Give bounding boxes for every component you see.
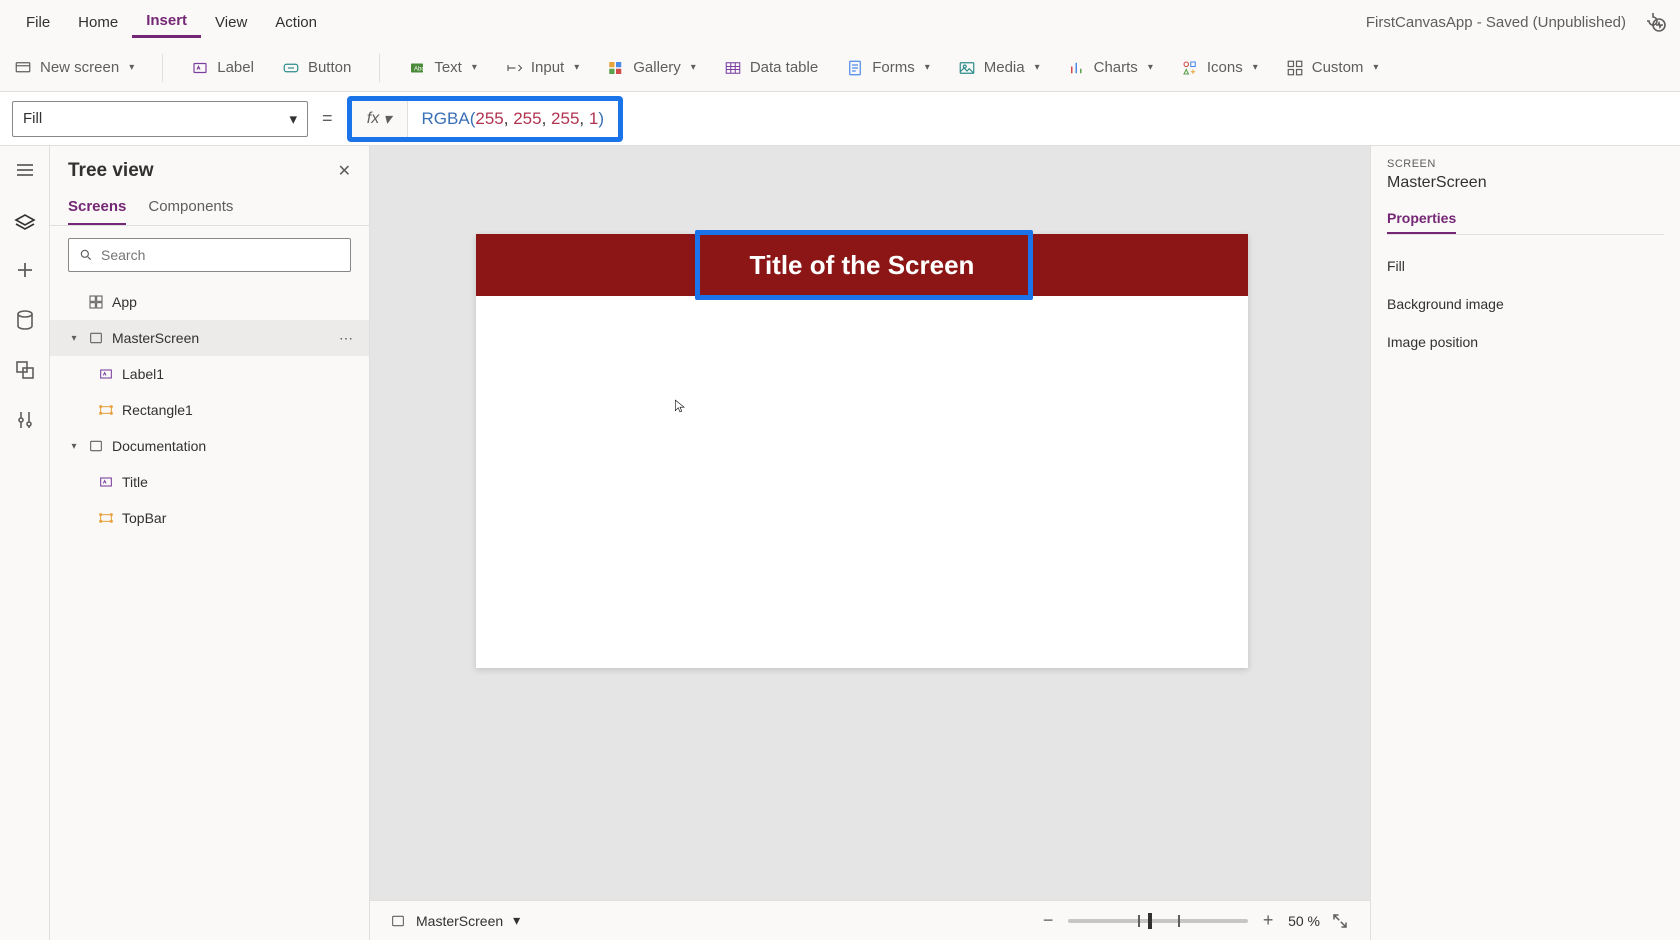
text-button[interactable]: Abc Text▾ [408, 59, 477, 77]
tree-node-rectangle1[interactable]: Rectangle1 [50, 392, 369, 428]
search-input[interactable] [68, 238, 351, 272]
tree-list: App ▾ MasterScreen ⋯ Label1 Rectangle1 ▾… [50, 284, 369, 940]
close-icon[interactable]: ✕ [338, 161, 351, 181]
tree-view-panel: Tree view ✕ Screens Components App ▾ Mas… [50, 146, 370, 940]
property-background-image[interactable]: Background image [1387, 285, 1664, 323]
zoom-in-button[interactable]: + [1258, 911, 1278, 931]
custom-button[interactable]: Custom▾ [1286, 59, 1379, 77]
chevron-down-icon: ▾ [383, 109, 391, 129]
cursor-icon [673, 396, 687, 416]
ribbon-separator [379, 54, 380, 82]
forms-button[interactable]: Forms▾ [846, 59, 930, 77]
media-button[interactable]: Media▾ [958, 59, 1040, 77]
document-title: FirstCanvasApp - Saved (Unpublished) [1366, 14, 1634, 31]
media-pane-icon[interactable] [13, 358, 37, 382]
charts-button[interactable]: Charts▾ [1068, 59, 1153, 77]
property-selector[interactable]: Fill ▾ [12, 101, 308, 137]
screen-icon [88, 330, 104, 346]
tab-screens[interactable]: Screens [68, 190, 126, 225]
formula-input[interactable]: RGBA(255, 255, 255, 1) [408, 109, 618, 129]
search-icon [79, 248, 93, 262]
menubar: File Home Insert View Action FirstCanvas… [0, 0, 1680, 44]
menu-file[interactable]: File [12, 8, 64, 37]
zoom-out-button[interactable]: − [1038, 911, 1058, 931]
tree-node-title[interactable]: Title [50, 464, 369, 500]
tree-node-app[interactable]: App [50, 284, 369, 320]
zoom-percentage: 50 % [1288, 913, 1320, 929]
app-icon [88, 294, 104, 310]
screen-icon [88, 438, 104, 454]
equals-sign: = [318, 108, 337, 129]
property-fill[interactable]: Fill [1387, 247, 1664, 285]
button-button[interactable]: Button [282, 59, 351, 77]
zoom-slider[interactable] [1068, 919, 1248, 923]
advanced-tools-icon[interactable] [13, 408, 37, 432]
menu-home[interactable]: Home [64, 8, 132, 37]
gallery-button[interactable]: Gallery▾ [607, 59, 696, 77]
label-icon [98, 366, 114, 382]
fit-to-screen-icon[interactable] [1330, 911, 1350, 931]
status-screen-name[interactable]: MasterScreen [416, 913, 503, 929]
hamburger-icon[interactable] [13, 158, 37, 182]
chevron-down-icon: ▾ [129, 62, 134, 73]
data-icon[interactable] [13, 308, 37, 332]
canvas-screen[interactable]: Title of the Screen [476, 234, 1248, 668]
canvas-area[interactable]: Title of the Screen MasterScreen ▾ − + 5… [370, 146, 1370, 940]
app-checker-icon[interactable] [1644, 10, 1668, 34]
menu-insert[interactable]: Insert [132, 6, 201, 38]
properties-kicker: SCREEN [1387, 158, 1664, 170]
chevron-down-icon: ▾ [289, 110, 297, 128]
more-options-icon[interactable]: ⋯ [339, 330, 355, 347]
canvas-title-label[interactable]: Title of the Screen [698, 234, 1026, 296]
label-icon [98, 474, 114, 490]
formula-bar: Fill ▾ = fx ▾ RGBA(255, 255, 255, 1) [0, 92, 1680, 146]
tree-node-topbar[interactable]: TopBar [50, 500, 369, 536]
properties-object-name: MasterScreen [1387, 174, 1664, 192]
input-button[interactable]: Input▾ [505, 59, 579, 77]
ribbon-separator [162, 54, 163, 82]
menu-view[interactable]: View [201, 8, 261, 37]
tree-node-masterscreen[interactable]: ▾ MasterScreen ⋯ [50, 320, 369, 356]
status-bar: MasterScreen ▾ − + 50 % [370, 900, 1370, 940]
tree-view-title: Tree view [68, 160, 154, 182]
left-rail [0, 146, 50, 940]
caret-down-icon[interactable]: ▾ [68, 441, 80, 452]
data-table-button[interactable]: Data table [724, 59, 818, 77]
chevron-down-icon[interactable]: ▾ [513, 912, 520, 929]
menu-action[interactable]: Action [261, 8, 331, 37]
insert-ribbon: New screen ▾ Label Button Abc Text▾ Inpu… [0, 44, 1680, 92]
search-field[interactable] [101, 247, 340, 263]
svg-text:Abc: Abc [414, 66, 424, 72]
new-screen-button[interactable]: New screen ▾ [14, 59, 134, 77]
property-image-position[interactable]: Image position [1387, 323, 1664, 361]
rectangle-icon [98, 510, 114, 526]
zoom-thumb[interactable] [1148, 913, 1152, 929]
rectangle-icon [98, 402, 114, 418]
properties-panel: SCREEN MasterScreen Properties Fill Back… [1370, 146, 1680, 940]
new-screen-label: New screen [40, 59, 119, 76]
tab-components[interactable]: Components [148, 190, 233, 225]
insert-pane-icon[interactable] [13, 258, 37, 282]
label-button[interactable]: Label [191, 59, 254, 77]
tree-node-label1[interactable]: Label1 [50, 356, 369, 392]
icons-button[interactable]: Icons▾ [1181, 59, 1258, 77]
tab-properties[interactable]: Properties [1387, 204, 1456, 234]
fx-button[interactable]: fx ▾ [352, 101, 408, 137]
tree-node-documentation[interactable]: ▾ Documentation [50, 428, 369, 464]
tree-view-icon[interactable] [13, 208, 37, 232]
formula-highlight: fx ▾ RGBA(255, 255, 255, 1) [347, 96, 623, 142]
screen-icon [390, 913, 406, 929]
caret-down-icon[interactable]: ▾ [68, 333, 80, 344]
